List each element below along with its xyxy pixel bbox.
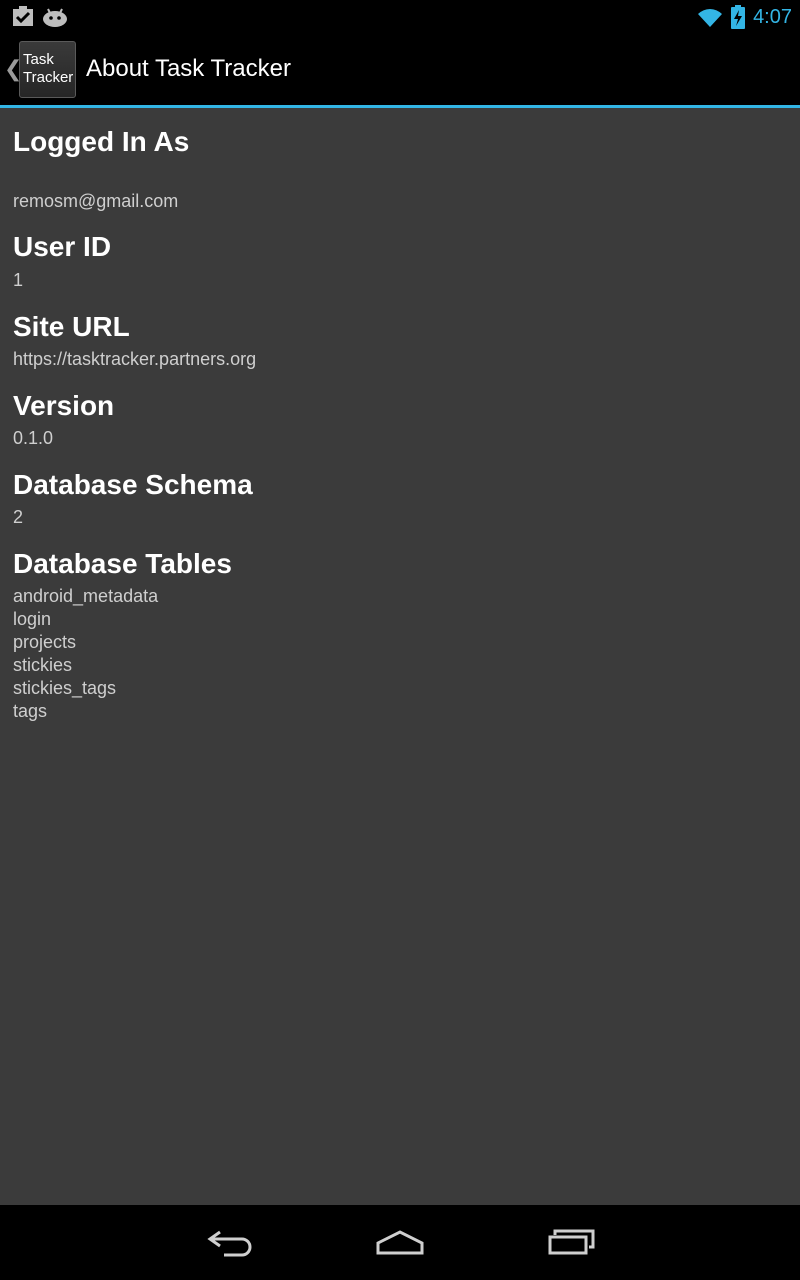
navigation-bar (0, 1205, 800, 1280)
recent-apps-icon[interactable] (547, 1227, 597, 1257)
page-title: About Task Tracker (86, 55, 291, 82)
db-tables-list: android_metadata login projects stickies… (13, 585, 158, 723)
list-item: android_metadata (13, 586, 159, 606)
list-item: stickies (13, 655, 73, 675)
logged-in-value: remosm@gmail.com (13, 191, 179, 211)
system-icons: 4:07 (697, 4, 792, 30)
wifi-icon (698, 9, 723, 27)
battery-charging-icon (731, 5, 746, 29)
logged-in-heading: Logged In As (13, 126, 190, 157)
app-icon-line-2: Tracker (23, 69, 74, 86)
screen: 4:07 ❮ Task Tracker About Task Tracker L… (0, 0, 800, 1280)
list-item: stickies_tags (13, 678, 117, 698)
list-item: projects (13, 632, 77, 652)
site-url-heading: Site URL (13, 311, 130, 342)
db-schema-value: 2 (13, 507, 24, 527)
user-id-value: 1 (13, 270, 24, 290)
app-icon[interactable]: Task Tracker (19, 41, 76, 98)
db-schema-heading: Database Schema (13, 469, 253, 500)
android-icon (43, 8, 67, 27)
task-checklist-icon (13, 6, 33, 26)
back-icon[interactable] (206, 1227, 254, 1257)
status-bar: 4:07 (0, 0, 800, 33)
user-id-heading: User ID (13, 231, 112, 262)
db-tables-heading: Database Tables (13, 548, 232, 579)
list-item: login (13, 609, 52, 629)
app-icon-line-1: Task (23, 51, 54, 68)
site-url-value: https://tasktracker.partners.org (13, 349, 257, 369)
version-value: 0.1.0 (13, 428, 54, 448)
version-heading: Version (13, 390, 115, 421)
list-item: tags (13, 701, 48, 721)
notification-icons (12, 5, 68, 27)
home-icon[interactable] (375, 1227, 425, 1257)
action-bar: ❮ Task Tracker About Task Tracker (0, 33, 800, 108)
clock: 4:07 (753, 6, 792, 28)
